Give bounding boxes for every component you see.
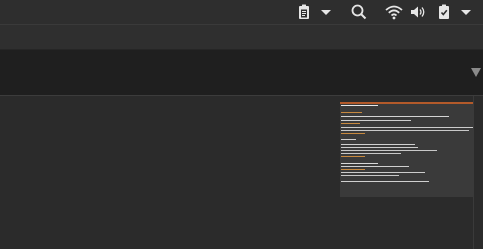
- clipboard-icon[interactable]: [294, 2, 314, 22]
- minimap-top-highlight: [340, 102, 473, 104]
- tab-bar: [0, 50, 483, 96]
- minimap-line: [341, 172, 425, 173]
- tab-overflow-arrow-icon[interactable]: [471, 68, 481, 77]
- minimap-line: [341, 130, 469, 131]
- minimap-line: [341, 147, 418, 148]
- minimap-line: [341, 112, 362, 113]
- minimap-line: [341, 153, 401, 154]
- dropdown-arrow-icon[interactable]: [316, 2, 336, 22]
- minimap-line: [341, 127, 473, 128]
- desktop-window: [0, 0, 483, 249]
- volume-icon[interactable]: [408, 2, 428, 22]
- clipboard-check-icon[interactable]: [434, 2, 454, 22]
- minimap-line: [341, 116, 449, 117]
- minimap-line: [341, 156, 365, 157]
- minimap-line: [341, 144, 415, 145]
- editor-scrollbar-divider: [473, 96, 474, 249]
- minimap-line: [341, 163, 378, 164]
- minimap-line: [341, 169, 365, 170]
- minimap[interactable]: [340, 102, 473, 197]
- top-system-panel: [0, 0, 483, 25]
- menu-dropdown-icon[interactable]: [456, 2, 476, 22]
- minimap-line: [341, 181, 429, 182]
- minimap-line: [341, 150, 437, 151]
- toolbar: [0, 25, 483, 50]
- minimap-line: [341, 139, 356, 140]
- minimap-line: [341, 120, 411, 121]
- minimap-line: [341, 175, 399, 176]
- minimap-line: [341, 133, 365, 134]
- minimap-line: [341, 123, 360, 124]
- search-icon[interactable]: [349, 2, 369, 22]
- minimap-line: [341, 166, 409, 167]
- wifi-icon[interactable]: [384, 2, 404, 22]
- minimap-line: [341, 105, 378, 106]
